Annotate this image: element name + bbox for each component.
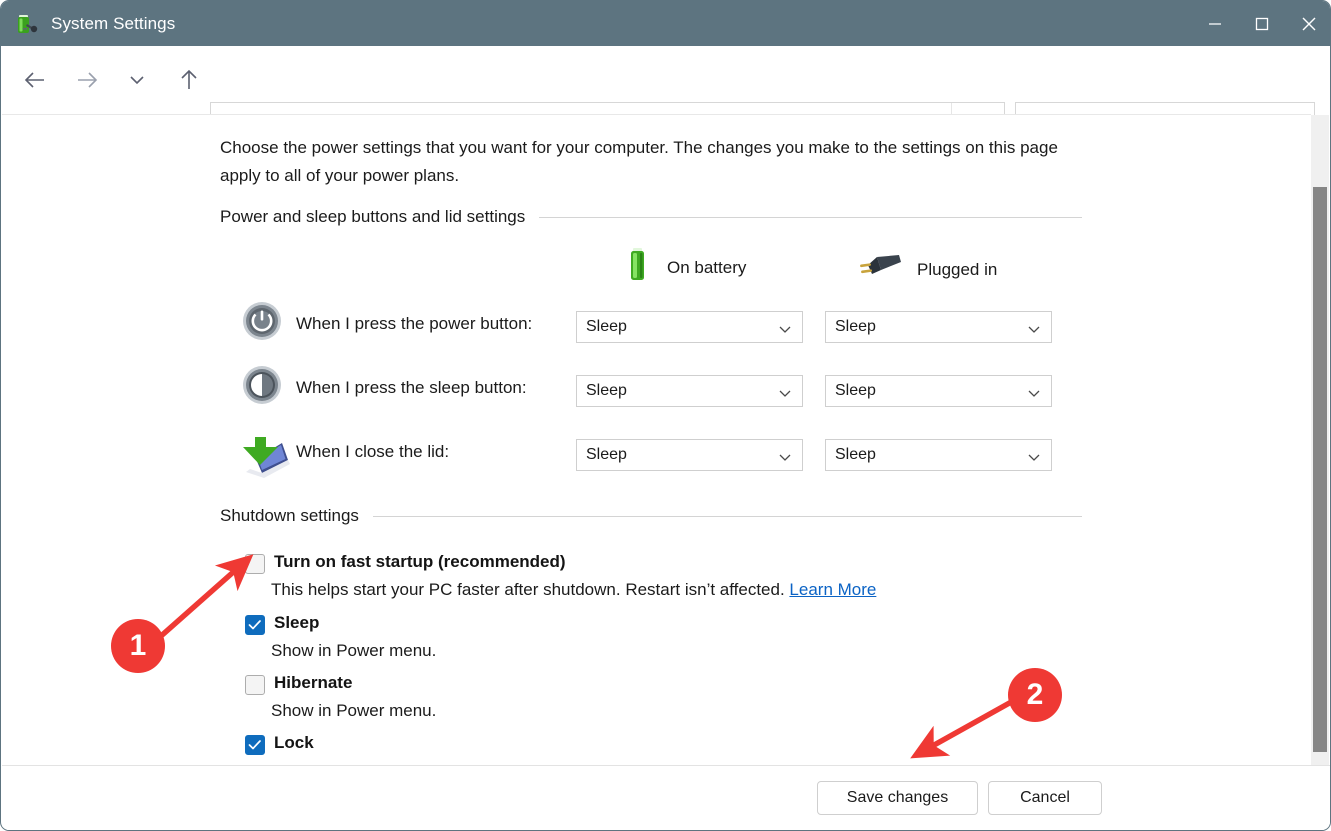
sleep-description: Show in Power menu. — [271, 641, 437, 660]
group-header-shutdown-settings: Shutdown settings — [220, 506, 1082, 526]
group-header-power-sleep-lid: Power and sleep buttons and lid settings — [220, 207, 1082, 227]
combo-value: Sleep — [835, 318, 876, 335]
sleep-checkbox[interactable] — [245, 615, 265, 635]
hibernate-label: Hibernate — [274, 673, 353, 692]
power-button-icon — [242, 301, 282, 341]
fast-startup-description: This helps start your PC faster after sh… — [271, 580, 876, 600]
chevron-down-icon[interactable] — [778, 386, 792, 404]
vertical-scrollbar[interactable] — [1311, 115, 1329, 765]
content-top-divider — [2, 114, 1311, 115]
column-header-plugged-in: Plugged in — [859, 253, 997, 286]
group-label: Power and sleep buttons and lid settings — [220, 207, 526, 226]
hibernate-description: Show in Power menu. — [271, 701, 437, 720]
label-press-sleep-button: When I press the sleep button: — [296, 378, 527, 397]
combo-value: Sleep — [586, 318, 627, 335]
minimize-icon[interactable] — [1191, 1, 1238, 46]
recent-locations-icon[interactable] — [115, 58, 159, 102]
title-bar: System Settings — [1, 1, 1330, 46]
combo-value: Sleep — [835, 446, 876, 463]
save-changes-button[interactable]: Save changes — [817, 781, 978, 815]
combo-sleep-button-on-battery[interactable]: Sleep — [576, 375, 803, 407]
group-rule — [539, 216, 1082, 218]
chevron-down-icon[interactable] — [778, 322, 792, 340]
combo-power-button-on-battery[interactable]: Sleep — [576, 311, 803, 343]
battery-icon — [623, 247, 653, 288]
annotation-badge-1: 1 — [111, 619, 165, 673]
forward-arrow-icon[interactable] — [65, 58, 109, 102]
fast-startup-description-text: This helps start your PC faster after sh… — [271, 580, 790, 599]
close-lid-icon — [240, 429, 292, 481]
cancel-button[interactable]: Cancel — [988, 781, 1102, 815]
up-arrow-icon[interactable] — [167, 58, 211, 102]
window-title: System Settings — [51, 13, 176, 33]
hibernate-checkbox[interactable] — [245, 675, 265, 695]
sleep-button-icon — [242, 365, 282, 405]
back-arrow-icon[interactable] — [13, 58, 57, 102]
intro-text: Choose the power settings that you want … — [220, 138, 1058, 185]
combo-sleep-button-plugged-in[interactable]: Sleep — [825, 375, 1052, 407]
power-plug-icon — [859, 253, 903, 286]
combo-value: Sleep — [586, 382, 627, 399]
label-press-power-button: When I press the power button: — [296, 314, 533, 333]
close-icon[interactable] — [1285, 1, 1330, 46]
window-controls — [1191, 1, 1330, 46]
maximize-icon[interactable] — [1238, 1, 1285, 46]
scrollbar-thumb[interactable] — [1313, 187, 1327, 752]
combo-value: Sleep — [835, 382, 876, 399]
navigation-toolbar: « Hardware and Sound › Power Options › S… — [1, 46, 1330, 152]
combo-close-lid-on-battery[interactable]: Sleep — [576, 439, 803, 471]
group-label: Shutdown settings — [220, 506, 359, 525]
learn-more-link[interactable]: Learn More — [789, 580, 876, 599]
lock-checkbox[interactable] — [245, 735, 265, 755]
group-rule — [372, 515, 1082, 517]
dialog-footer: Save changes Cancel — [2, 765, 1330, 830]
fast-startup-label: Turn on fast startup (recommended) — [274, 552, 566, 571]
chevron-down-icon[interactable] — [1027, 386, 1041, 404]
column-label: Plugged in — [917, 259, 998, 279]
label-close-lid: When I close the lid: — [296, 442, 450, 461]
combo-value: Sleep — [586, 446, 627, 463]
system-settings-window: System Settings Search Control Panel Cho… — [0, 0, 1331, 831]
sleep-label: Sleep — [274, 613, 320, 632]
column-label: On battery — [667, 257, 747, 277]
combo-power-button-plugged-in[interactable]: Sleep — [825, 311, 1052, 343]
annotation-badge-2: 2 — [1008, 668, 1062, 722]
column-header-on-battery: On battery — [623, 247, 746, 288]
lock-label: Lock — [274, 733, 314, 752]
power-battery-icon — [15, 12, 39, 36]
chevron-down-icon[interactable] — [1027, 450, 1041, 468]
combo-close-lid-plugged-in[interactable]: Sleep — [825, 439, 1052, 471]
fast-startup-checkbox[interactable] — [245, 554, 265, 574]
chevron-down-icon[interactable] — [778, 450, 792, 468]
chevron-down-icon[interactable] — [1027, 322, 1041, 340]
settings-content: Choose the power settings that you want … — [2, 114, 1311, 765]
